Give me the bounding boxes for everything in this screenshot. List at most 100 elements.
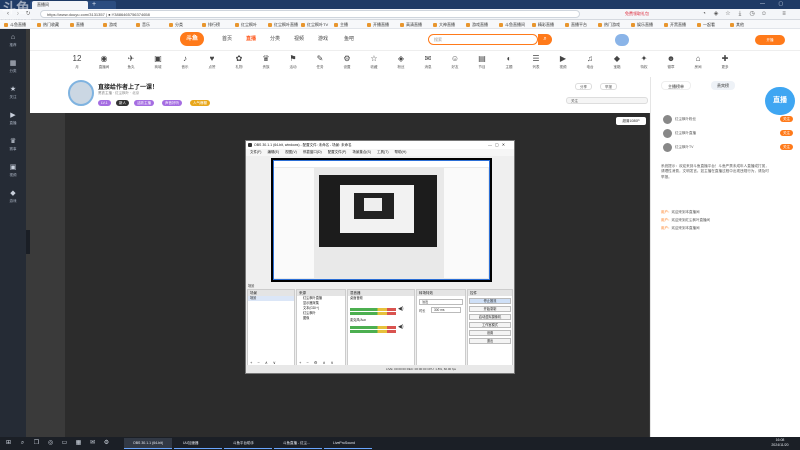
- new-tab-icon[interactable]: +: [92, 0, 96, 9]
- mascot-icon[interactable]: 直播: [765, 87, 795, 115]
- taskview-icon[interactable]: ❐: [32, 439, 41, 448]
- bookmark-item[interactable]: 主播: [334, 21, 348, 28]
- feature-icon-item[interactable]: ♥ 点赞: [199, 53, 225, 75]
- feature-icon-item[interactable]: ♛ 贵族: [253, 53, 279, 75]
- bookmark-item[interactable]: 游戏: [103, 21, 117, 28]
- scene-item[interactable]: 场景: [248, 296, 294, 301]
- promo-text[interactable]: 免费领取礼包: [625, 10, 649, 18]
- menu-icon[interactable]: ≡: [780, 10, 788, 18]
- feature-icon-item[interactable]: ✿ 礼物: [226, 53, 252, 75]
- nav-item[interactable]: 鱼吧: [344, 35, 354, 42]
- obs-menu-item[interactable]: 编辑(E): [267, 150, 279, 154]
- taskbar-app-sound[interactable]: LiveProSound: [324, 438, 372, 449]
- studio-mode-button[interactable]: 工作室模式: [469, 322, 511, 328]
- bookmark-item[interactable]: 红尘枫叶TV: [301, 21, 328, 28]
- quality-select[interactable]: 超清1080P: [616, 117, 646, 125]
- feature-icon-item[interactable]: ✉ 消息: [415, 53, 441, 75]
- report-button[interactable]: 举报: [600, 83, 617, 90]
- feature-icon-item[interactable]: ◈ 粉丝: [388, 53, 414, 75]
- system-clock[interactable]: 16:08 2024/11/20: [765, 438, 795, 448]
- feature-icon-item[interactable]: ☻ 徽章: [658, 53, 684, 75]
- bookmark-item[interactable]: 直播平台: [565, 21, 587, 28]
- search-input[interactable]: 搜索: [428, 34, 538, 45]
- feature-icon-item[interactable]: ♫ 电台: [577, 53, 603, 75]
- feature-icon-item[interactable]: ▤ 节目: [469, 53, 495, 75]
- start-icon[interactable]: ⊞: [4, 439, 13, 448]
- site-logo[interactable]: 斗鱼: [180, 32, 204, 46]
- feature-icon-item[interactable]: ✈ 鱼丸: [118, 53, 144, 75]
- mail-icon[interactable]: ✉: [88, 439, 97, 448]
- user-icon[interactable]: ☺: [760, 10, 768, 18]
- search-icon[interactable]: ⌕: [18, 439, 27, 448]
- feature-icon-item[interactable]: ✚ 更多: [712, 53, 738, 75]
- start-live-button[interactable]: 开播: [755, 35, 785, 45]
- streamer-avatar[interactable]: [68, 80, 94, 106]
- bookmark-item[interactable]: 直播: [70, 21, 84, 28]
- feature-icon-item[interactable]: ☆ 收藏: [361, 53, 387, 75]
- feature-icon-item[interactable]: ▶ 视频: [550, 53, 576, 75]
- feature-icon-item[interactable]: ⌂ 房间: [685, 53, 711, 75]
- source-item[interactable]: 图像: [297, 316, 345, 321]
- bookmark-item[interactable]: 高清直播: [400, 21, 422, 28]
- feature-icon-item[interactable]: ◆ 宝箱: [604, 53, 630, 75]
- bookmark-item[interactable]: 精彩直播: [532, 21, 554, 28]
- sidebar-item[interactable]: ◆ 游戏: [2, 189, 24, 207]
- star-icon[interactable]: ☆: [724, 10, 732, 18]
- transition-select[interactable]: 淡出: [419, 299, 463, 305]
- sidebar-item[interactable]: ▦ 分类: [2, 59, 24, 77]
- store-icon[interactable]: ▦: [74, 439, 83, 448]
- obs-menu-item[interactable]: 视图(V): [285, 150, 297, 154]
- obs-menu-item[interactable]: 工具(T): [377, 150, 388, 154]
- sidebar-item[interactable]: ▶ 直播: [2, 111, 24, 129]
- settings-icon[interactable]: ⚙: [102, 439, 111, 448]
- speaker-icon[interactable]: ◀): [398, 306, 404, 312]
- taskbar-app-helper[interactable]: 斗鱼平台助手: [224, 438, 272, 449]
- history-icon[interactable]: ◷: [748, 10, 756, 18]
- taskbar-app-obs[interactable]: OBS 30.1.1 (64-bit): [124, 438, 172, 449]
- exit-button[interactable]: 退出: [469, 338, 511, 344]
- sidebar-item[interactable]: ♛ 赛事: [2, 137, 24, 155]
- stop-streaming-button[interactable]: 停止推流: [469, 298, 511, 304]
- duration-field[interactable]: 300 ms: [431, 307, 461, 313]
- start-recording-button[interactable]: 开始录制: [469, 306, 511, 312]
- obs-preview[interactable]: [271, 158, 492, 282]
- edge-icon[interactable]: ◎: [46, 439, 55, 448]
- download-icon[interactable]: ⤓: [736, 10, 744, 18]
- feature-icon-item[interactable]: ⚙ 设置: [334, 53, 360, 75]
- feature-icon-item[interactable]: ☰ 列表: [523, 53, 549, 75]
- bookmark-item[interactable]: 分类: [169, 21, 183, 28]
- feature-icon-item[interactable]: ▣ 商城: [145, 53, 171, 75]
- feature-icon-item[interactable]: ◉ 直播间: [91, 53, 117, 75]
- taskbar-app-uu[interactable]: UU加速器: [174, 438, 222, 449]
- rank-row[interactable]: 红尘枫叶直播 关注: [663, 127, 793, 139]
- bookmark-item[interactable]: 大神直播: [433, 21, 455, 28]
- bookmark-item[interactable]: 音乐: [136, 21, 150, 28]
- obs-window-controls[interactable]: —▢✕: [488, 141, 508, 149]
- feature-icon-item[interactable]: 12 月: [64, 53, 90, 75]
- obs-menu-item[interactable]: 帮助(H): [395, 150, 407, 154]
- nav-item[interactable]: 视频: [294, 35, 304, 42]
- bookmark-item[interactable]: 排行榜: [202, 21, 220, 28]
- feature-icon-item[interactable]: ✦ 特权: [631, 53, 657, 75]
- bookmark-item[interactable]: 开黑直播: [664, 21, 686, 28]
- tab-anchor-rank[interactable]: 主播榜单: [661, 81, 691, 90]
- sidebar-item[interactable]: ⌂ 推荐: [2, 33, 24, 51]
- obs-menu-item[interactable]: 配置文件(P): [328, 150, 347, 154]
- bookmark-item[interactable]: 开播直播: [367, 21, 389, 28]
- rank-row[interactable]: 红尘枫叶TV 关注: [663, 141, 793, 153]
- obs-menu-item[interactable]: 文件(F): [250, 150, 261, 154]
- nav-item[interactable]: 分类: [270, 35, 280, 42]
- feature-icon-item[interactable]: ☺ 好友: [442, 53, 468, 75]
- feature-icon-item[interactable]: ✎ 任务: [307, 53, 333, 75]
- obs-menu-item[interactable]: 停靠窗口(D): [303, 150, 322, 154]
- bookmark-item[interactable]: 一起看: [697, 21, 715, 28]
- tab-vip-rank[interactable]: 贵宾榜: [711, 81, 735, 90]
- feature-icon-item[interactable]: ⚑ 活动: [280, 53, 306, 75]
- extension-icon[interactable]: ◔: [700, 10, 708, 18]
- bookmark-item[interactable]: 其他: [730, 21, 744, 28]
- bookmark-item[interactable]: 斗鱼直播间: [499, 21, 525, 28]
- nav-item[interactable]: 游戏: [318, 35, 328, 42]
- bookmark-item[interactable]: 红尘枫叶: [235, 21, 257, 28]
- user-avatar[interactable]: [615, 34, 629, 46]
- bookmark-item[interactable]: 红尘枫叶直播: [268, 21, 298, 28]
